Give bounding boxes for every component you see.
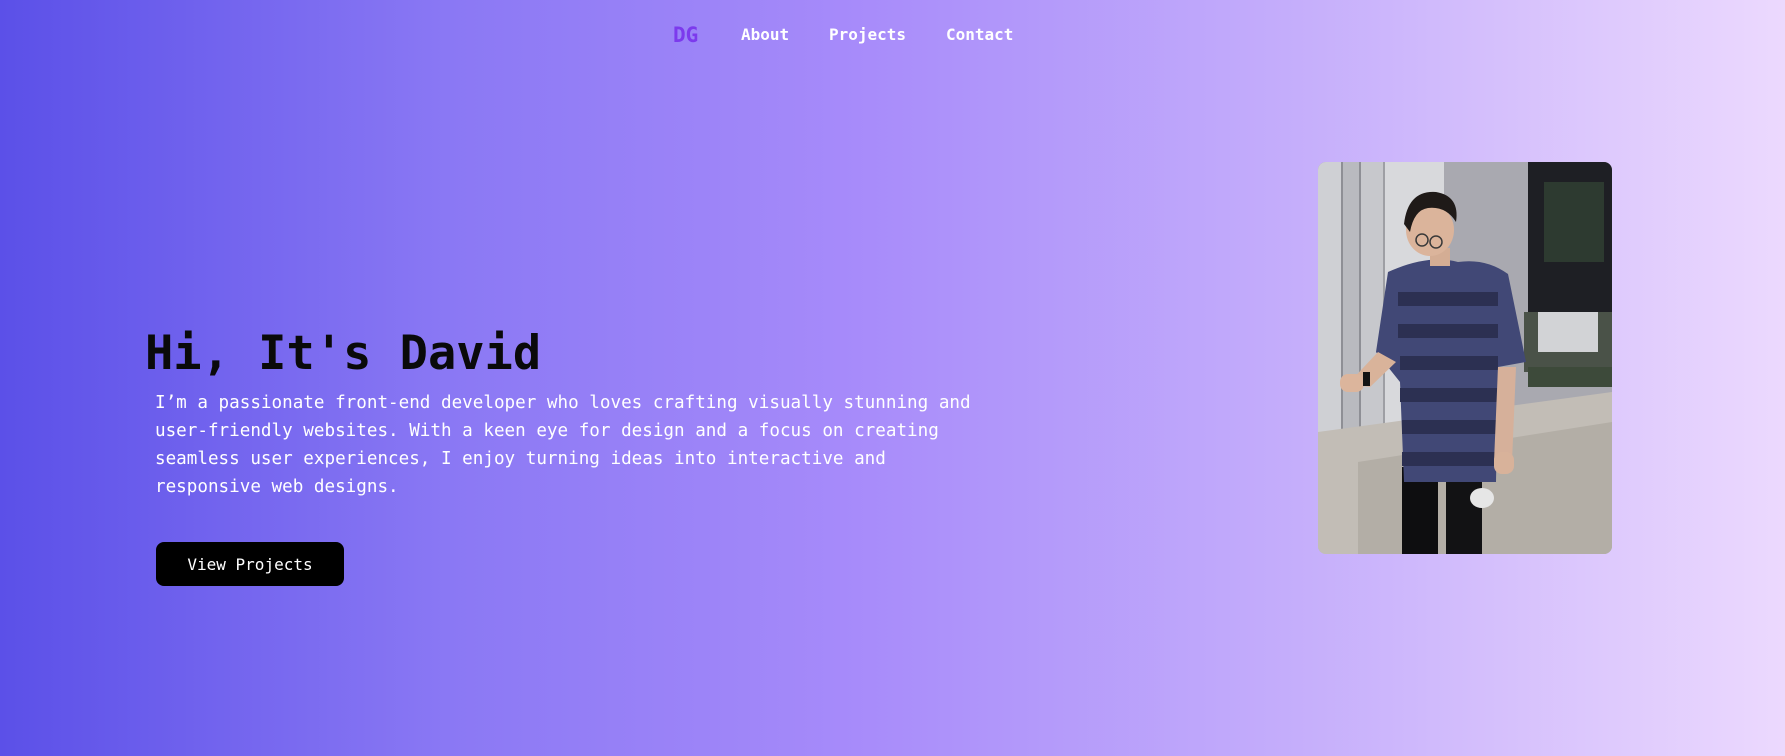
top-nav: DG About Projects Contact (0, 22, 1785, 48)
profile-photo (1318, 162, 1612, 554)
view-projects-button[interactable]: View Projects (156, 542, 344, 586)
hero-title: Hi, It's David (145, 326, 542, 381)
hero-description: I’m a passionate front-end developer who… (155, 393, 971, 497)
logo-link[interactable]: DG (673, 22, 698, 48)
nav-link-about[interactable]: About (741, 25, 789, 45)
nav-link-projects[interactable]: Projects (829, 25, 906, 45)
nav-link-contact[interactable]: Contact (946, 25, 1013, 45)
